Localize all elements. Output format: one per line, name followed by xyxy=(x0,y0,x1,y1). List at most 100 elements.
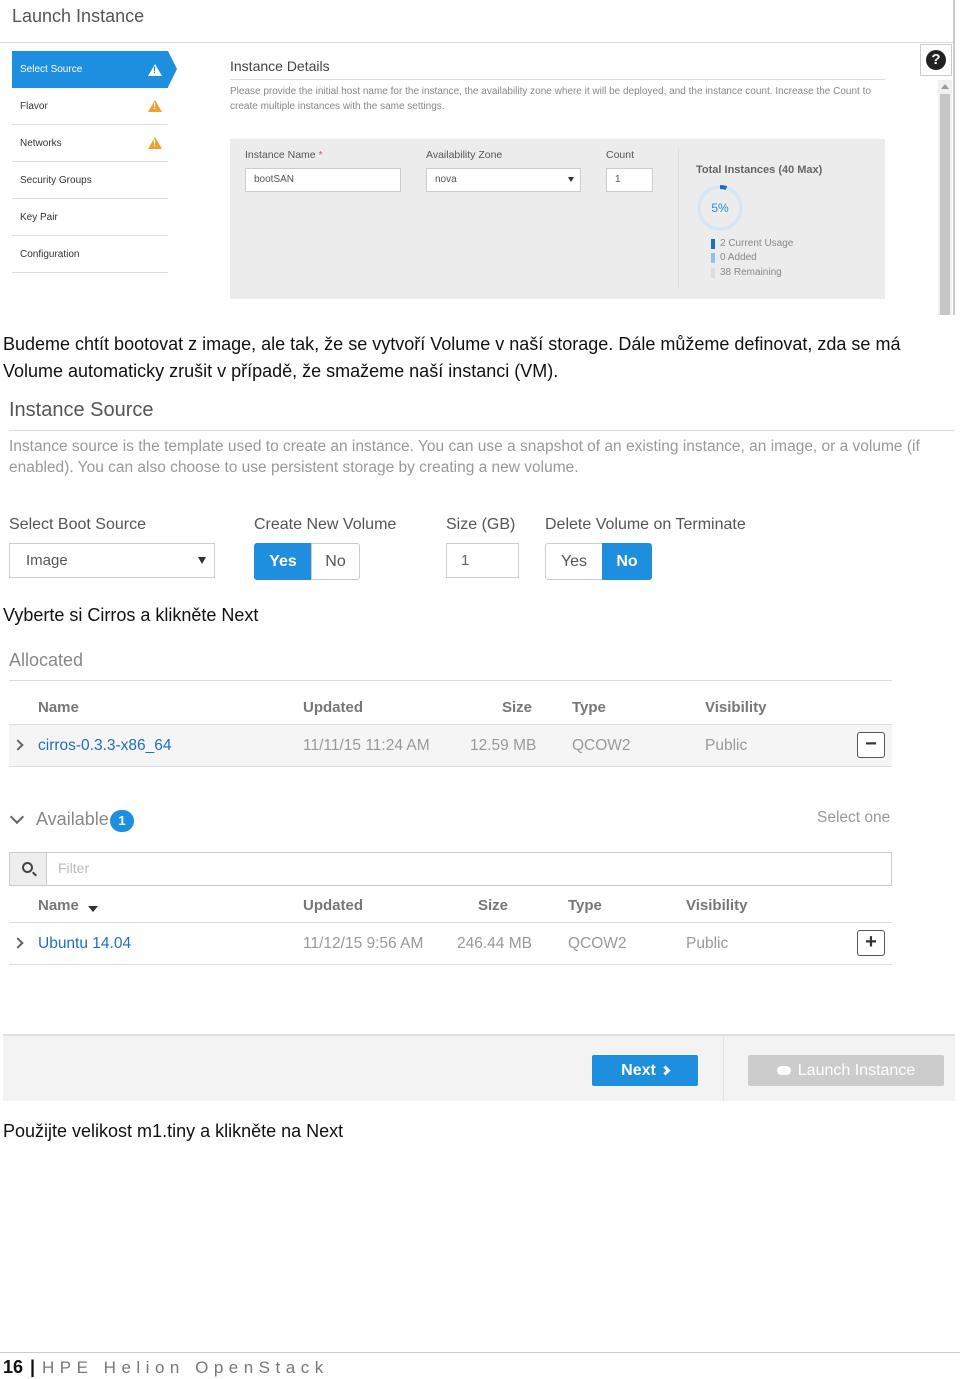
page-footer-rule xyxy=(0,1352,960,1353)
page-footer-separator: | xyxy=(30,1357,36,1377)
filter-placeholder[interactable]: Filter xyxy=(58,860,89,876)
available-image-updated: 11/12/15 9:56 AM xyxy=(303,935,424,952)
boot-source-select[interactable]: Image xyxy=(9,543,215,578)
create-volume-yes-button[interactable]: Yes xyxy=(254,543,312,580)
availability-zone-value: nova xyxy=(435,174,457,185)
instance-source-divider xyxy=(9,430,954,431)
allocated-divider xyxy=(9,680,892,681)
available-count-badge: 1 xyxy=(110,810,134,832)
available-header-updated[interactable]: Updated xyxy=(303,897,363,914)
available-image-visibility: Public xyxy=(686,935,729,952)
instance-name-input[interactable]: bootSAN xyxy=(245,168,401,192)
launch-instance-screenshot: Launch Instance Select Source Flavor Net… xyxy=(0,0,960,315)
paragraph-select-cirros: Vyberte si Cirros a klikněte Next xyxy=(3,605,259,625)
available-image-name[interactable]: Ubuntu 14.04 xyxy=(38,935,131,953)
available-image-type: QCOW2 xyxy=(568,935,627,952)
wizard-step-key-pair[interactable]: Key Pair xyxy=(12,199,168,236)
wizard-step-label: Key Pair xyxy=(20,211,58,223)
delete-volume-label: Delete Volume on Terminate xyxy=(545,516,746,533)
cloud-upload-icon xyxy=(776,1066,791,1075)
legend-added: 0 Added xyxy=(711,252,757,263)
page-number: 16 xyxy=(3,1357,24,1377)
caret-down-icon xyxy=(568,177,574,182)
instance-source-title: Instance Source xyxy=(9,399,154,421)
available-header-divider xyxy=(9,922,892,923)
next-label: Next xyxy=(621,1061,656,1079)
launch-instance-button[interactable]: Launch Instance xyxy=(748,1055,944,1086)
wizard-step-configuration[interactable]: Configuration xyxy=(12,236,168,273)
instance-source-description: Instance source is the template used to … xyxy=(9,438,920,476)
wizard-step-label: Networks xyxy=(20,137,62,149)
volume-size-input[interactable]: 1 xyxy=(446,543,519,578)
available-image-size: 246.44 MB xyxy=(457,935,532,952)
availability-zone-select[interactable]: nova xyxy=(426,168,581,192)
count-input[interactable]: 1 xyxy=(606,168,653,192)
warning-icon xyxy=(148,137,162,149)
create-volume-label: Create New Volume xyxy=(254,516,397,533)
deallocate-button[interactable]: − xyxy=(857,732,885,758)
legend-current-usage: 2 Current Usage xyxy=(711,238,793,249)
scroll-up-arrow-icon[interactable] xyxy=(941,84,949,89)
wizard-step-security-groups[interactable]: Security Groups xyxy=(12,162,168,199)
allocated-header-size[interactable]: Size xyxy=(502,699,532,716)
wizard-step-flavor[interactable]: Flavor xyxy=(12,88,168,125)
legend-swatch xyxy=(711,267,715,278)
launch-label: Launch Instance xyxy=(797,1061,916,1079)
delete-volume-no-button[interactable]: No xyxy=(602,543,652,580)
allocated-image-type: QCOW2 xyxy=(572,737,631,754)
collapse-chevron-icon[interactable] xyxy=(9,809,25,825)
legend-swatch xyxy=(711,238,715,249)
allocated-image-updated: 11/11/15 11:24 AM xyxy=(303,737,430,754)
next-button[interactable]: Next xyxy=(592,1055,698,1086)
boot-source-value: Image xyxy=(26,552,68,569)
allocated-row-divider xyxy=(9,766,892,767)
delete-volume-yes-button[interactable]: Yes xyxy=(545,543,603,580)
title-divider xyxy=(0,42,955,43)
modal-title: Launch Instance xyxy=(12,6,145,26)
legend-swatch xyxy=(711,252,715,263)
allocated-header-type[interactable]: Type xyxy=(572,699,606,716)
expand-chevron-icon[interactable] xyxy=(12,937,24,949)
caret-down-icon xyxy=(198,557,206,564)
count-label: Count xyxy=(606,149,635,161)
footer-separator xyxy=(723,1036,724,1101)
section-divider xyxy=(230,79,885,80)
wizard-step-label: Select Source xyxy=(20,64,83,75)
available-title[interactable]: Available xyxy=(36,809,109,830)
allocated-header-updated[interactable]: Updated xyxy=(303,699,363,716)
filter-input[interactable] xyxy=(9,852,892,886)
page-footer-brand: HPE Helion OpenStack xyxy=(42,1358,329,1377)
wizard-step-label: Configuration xyxy=(20,248,80,260)
usage-percent: 5% xyxy=(711,201,729,215)
help-icon[interactable]: ? xyxy=(926,50,946,70)
wizard-step-select-source[interactable]: Select Source xyxy=(12,51,168,88)
available-row-divider xyxy=(9,964,892,965)
wizard-step-networks[interactable]: Networks xyxy=(12,125,168,162)
available-header-visibility[interactable]: Visibility xyxy=(686,897,747,914)
size-label: Size (GB) xyxy=(446,516,516,533)
panel-divider xyxy=(678,148,679,288)
boot-source-label: Select Boot Source xyxy=(9,516,146,533)
allocated-title: Allocated xyxy=(9,650,84,670)
search-icon xyxy=(22,862,33,873)
wizard-step-label: Flavor xyxy=(20,100,48,112)
available-header-size[interactable]: Size xyxy=(478,897,508,914)
allocated-image-name[interactable]: cirros-0.3.3-x86_64 xyxy=(38,737,172,755)
legend-remaining: 38 Remaining xyxy=(711,267,782,278)
section-title: Instance Details xyxy=(230,58,330,74)
sort-down-icon[interactable] xyxy=(88,906,98,912)
paragraph-boot-volume: Budeme chtít bootovat z image, ale tak, … xyxy=(3,334,901,381)
select-one-hint: Select one xyxy=(817,809,891,826)
available-header-name[interactable]: Name xyxy=(38,897,79,914)
allocated-header-name[interactable]: Name xyxy=(38,699,79,716)
allocated-header-visibility[interactable]: Visibility xyxy=(705,699,766,716)
warning-icon xyxy=(148,100,162,112)
scrollbar-thumb[interactable] xyxy=(940,94,950,315)
allocated-image-visibility: Public xyxy=(705,737,748,754)
available-header-type[interactable]: Type xyxy=(568,897,602,914)
details-panel xyxy=(230,139,885,299)
warning-icon xyxy=(148,63,162,76)
allocated-image-size: 12.59 MB xyxy=(470,737,537,754)
create-volume-no-button[interactable]: No xyxy=(311,543,360,580)
allocate-button[interactable]: + xyxy=(857,930,885,956)
